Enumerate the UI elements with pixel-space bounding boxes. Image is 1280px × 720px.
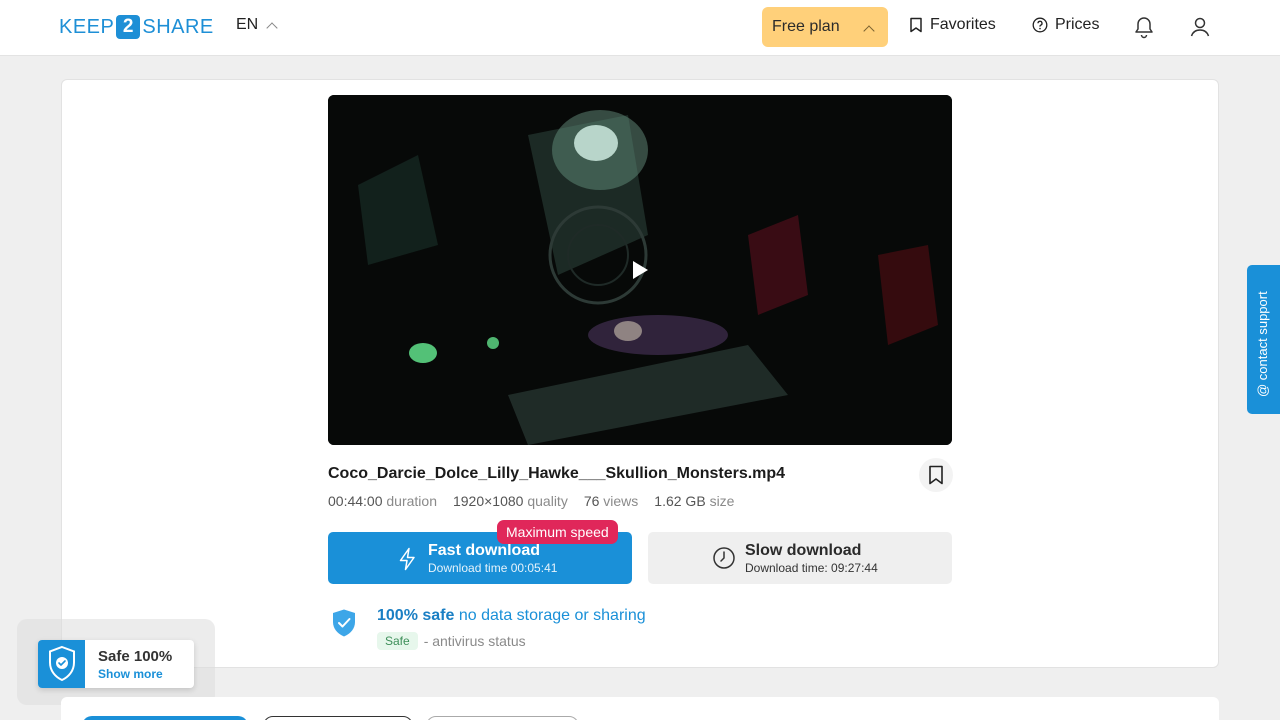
help-circle-icon (1032, 17, 1048, 33)
duration-value: 00:44:00 (328, 493, 383, 509)
quality-value: 1920×1080 (452, 493, 524, 509)
views-label: views (603, 493, 639, 509)
slow-download-title: Slow download (745, 542, 862, 559)
meta-duration: 00:44:00 duration (328, 493, 437, 509)
free-plan-button[interactable]: Free plan (762, 7, 888, 47)
safety-statement: 100% safe no data storage or sharing (377, 607, 646, 625)
bookmark-icon (929, 465, 943, 485)
play-icon[interactable] (633, 261, 648, 279)
notifications-button[interactable] (1133, 15, 1155, 44)
show-more-link[interactable]: Show more (98, 667, 163, 681)
meta-quality: 1920×1080 quality (453, 493, 568, 509)
antivirus-text: - antivirus status (423, 633, 526, 649)
clock-icon (713, 547, 735, 569)
slow-download-time: Download time: 09:27:44 (745, 561, 878, 575)
plan-label: Free plan (772, 18, 840, 35)
section-tab[interactable] (426, 716, 579, 720)
language-selector[interactable]: EN (236, 16, 278, 34)
section-tab[interactable] (263, 716, 413, 720)
safety-bold: 100% safe (377, 607, 455, 624)
quality-label: quality (527, 493, 568, 509)
antivirus-status: Safe - antivirus status (377, 632, 526, 650)
logo-number: 2 (116, 15, 141, 39)
favorites-label: Favorites (930, 16, 996, 33)
meta-size: 1.62 GB size (654, 493, 734, 509)
meta-views: 76 views (584, 493, 638, 509)
chevron-up-icon (863, 25, 875, 37)
safety-text: no data storage or sharing (458, 607, 646, 624)
top-header: KEEP 2 SHARE EN Free plan Favorites Pric… (0, 0, 1280, 56)
shield-check-icon (333, 609, 355, 637)
account-button[interactable] (1189, 15, 1211, 44)
logo-text-right: SHARE (142, 15, 214, 38)
section-tab[interactable] (82, 716, 248, 720)
slow-download-button[interactable]: Slow download Download time: 09:27:44 (648, 532, 952, 584)
add-to-favorites-button[interactable] (919, 458, 953, 492)
antivirus-pill: Safe (377, 632, 418, 650)
shield-check-icon (49, 645, 75, 682)
lightning-icon (399, 547, 415, 571)
contact-support-label: @ contact support (1255, 291, 1270, 397)
views-value: 76 (583, 493, 600, 509)
language-label: EN (236, 16, 259, 33)
user-icon (1190, 17, 1210, 37)
prices-label: Prices (1055, 16, 1100, 33)
duration-label: duration (386, 493, 437, 509)
prices-link[interactable]: Prices (1032, 16, 1099, 34)
size-label: size (709, 493, 735, 509)
logo-text-left: KEEP (59, 15, 115, 38)
site-logo[interactable]: KEEP 2 SHARE (59, 15, 214, 39)
bell-icon (1135, 17, 1153, 39)
size-value: 1.62 GB (654, 493, 706, 509)
fast-download-title: Fast download (428, 542, 540, 559)
safe-widget[interactable]: Safe 100% Show more (38, 640, 194, 688)
video-preview[interactable] (328, 95, 952, 445)
safe-widget-title: Safe 100% (98, 648, 173, 665)
fast-download-time: Download time 00:05:41 (428, 561, 558, 575)
file-meta: 00:44:00 duration 1920×1080 quality 76 v… (328, 493, 734, 509)
bookmark-icon (910, 17, 922, 33)
maximum-speed-badge: Maximum speed (497, 520, 618, 544)
favorites-link[interactable]: Favorites (909, 16, 996, 34)
contact-support-tab[interactable]: @ contact support (1247, 265, 1280, 414)
file-name: Coco_Darcie_Dolce_Lilly_Hawke___Skullion… (328, 465, 786, 482)
chevron-up-icon (266, 21, 278, 34)
video-frame (328, 95, 952, 445)
